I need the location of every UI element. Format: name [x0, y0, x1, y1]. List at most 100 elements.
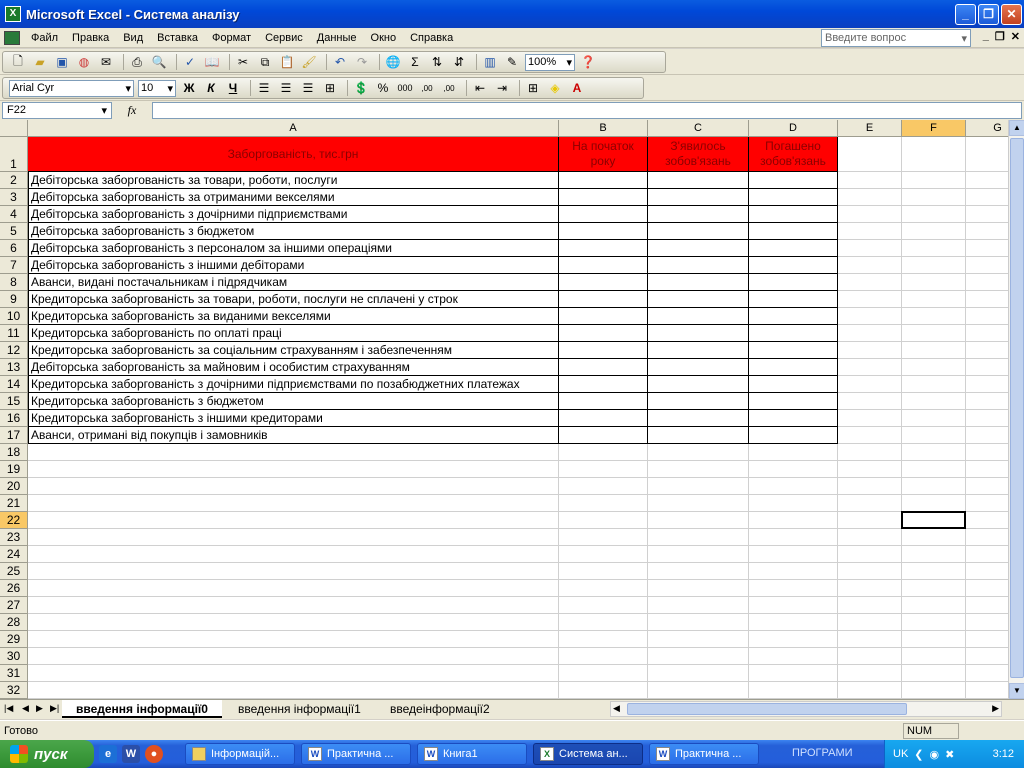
- name-box[interactable]: F22 ▾: [2, 102, 112, 119]
- value-cell[interactable]: [648, 308, 749, 325]
- format-painter-icon[interactable]: 🖌: [300, 53, 318, 71]
- grid-cell[interactable]: [749, 597, 838, 614]
- menu-edit[interactable]: Правка: [65, 28, 116, 48]
- column-header-a[interactable]: A: [28, 120, 559, 137]
- excel-app-icon[interactable]: X: [5, 6, 21, 22]
- sheet-tab-0[interactable]: введення інформації0: [62, 700, 222, 718]
- grid-cell[interactable]: [966, 665, 1008, 682]
- grid-cell[interactable]: [966, 427, 1008, 444]
- grid-cell[interactable]: [902, 478, 966, 495]
- align-center-icon[interactable]: ☰: [277, 79, 295, 97]
- grid-cell[interactable]: [902, 240, 966, 257]
- grid-cell[interactable]: [966, 172, 1008, 189]
- open-icon[interactable]: ▰: [31, 53, 49, 71]
- thousands-button[interactable]: 000: [396, 79, 414, 97]
- formula-input[interactable]: [152, 102, 1022, 119]
- grid-cell[interactable]: [28, 495, 559, 512]
- grid-cell[interactable]: [838, 223, 902, 240]
- row-label-cell[interactable]: Аванси, видані постачальникам і підрядчи…: [28, 274, 559, 291]
- value-cell[interactable]: [559, 359, 648, 376]
- grid-cell[interactable]: [749, 529, 838, 546]
- value-cell[interactable]: [749, 308, 838, 325]
- value-cell[interactable]: [749, 172, 838, 189]
- value-cell[interactable]: [559, 308, 648, 325]
- workbook-icon[interactable]: [4, 30, 20, 45]
- sheet-tab-1[interactable]: введення інформації1: [224, 700, 375, 718]
- media-icon[interactable]: ●: [145, 745, 163, 763]
- row-header-23[interactable]: 23: [0, 529, 28, 546]
- grid-cell[interactable]: [838, 563, 902, 580]
- menu-insert[interactable]: Вставка: [150, 28, 205, 48]
- grid-cell[interactable]: [838, 206, 902, 223]
- value-cell[interactable]: [648, 325, 749, 342]
- grid-cell[interactable]: [966, 206, 1008, 223]
- value-cell[interactable]: [749, 342, 838, 359]
- decrease-decimal-button[interactable]: ,00: [440, 79, 458, 97]
- decrease-indent-icon[interactable]: ⇤: [471, 79, 489, 97]
- header-repaid-obligations[interactable]: Погашено зобов'язань: [749, 137, 838, 172]
- grid-cell[interactable]: [648, 665, 749, 682]
- save-icon[interactable]: ▣: [53, 53, 71, 71]
- column-header-g[interactable]: G: [966, 120, 1008, 137]
- grid-cell[interactable]: [902, 359, 966, 376]
- grid-cell[interactable]: [902, 597, 966, 614]
- value-cell[interactable]: [749, 359, 838, 376]
- grid-cell[interactable]: [648, 478, 749, 495]
- menu-file[interactable]: Файл: [24, 28, 65, 48]
- value-cell[interactable]: [559, 223, 648, 240]
- grid-cell[interactable]: [648, 461, 749, 478]
- value-cell[interactable]: [648, 359, 749, 376]
- row-header-5[interactable]: 5: [0, 223, 28, 240]
- grid-cell[interactable]: [559, 529, 648, 546]
- email-icon[interactable]: ✉: [97, 53, 115, 71]
- scroll-down-icon[interactable]: ▼: [1009, 683, 1024, 699]
- tray-app-icon[interactable]: ◉: [930, 748, 940, 761]
- value-cell[interactable]: [648, 427, 749, 444]
- menu-help[interactable]: Справка: [403, 28, 460, 48]
- grid-cell[interactable]: [902, 614, 966, 631]
- grid-cell[interactable]: [838, 597, 902, 614]
- row-label-cell[interactable]: Дебіторська заборгованість з дочірними п…: [28, 206, 559, 223]
- grid-cell[interactable]: [838, 546, 902, 563]
- grid-cell[interactable]: [838, 308, 902, 325]
- grid-cell[interactable]: [749, 512, 838, 529]
- paste-icon[interactable]: 📋: [278, 53, 296, 71]
- row-header-19[interactable]: 19: [0, 461, 28, 478]
- row-header-16[interactable]: 16: [0, 410, 28, 427]
- percent-button[interactable]: %: [374, 79, 392, 97]
- grid-cell[interactable]: [559, 631, 648, 648]
- grid-cell[interactable]: [28, 631, 559, 648]
- grid-cell[interactable]: [559, 563, 648, 580]
- grid-cell[interactable]: [749, 461, 838, 478]
- value-cell[interactable]: [749, 274, 838, 291]
- grid-cell[interactable]: [966, 682, 1008, 699]
- grid-cell[interactable]: [28, 546, 559, 563]
- close-button[interactable]: ✕: [1001, 3, 1022, 25]
- row-header-8[interactable]: 8: [0, 274, 28, 291]
- grid-cell[interactable]: [966, 291, 1008, 308]
- grid-cell[interactable]: [966, 563, 1008, 580]
- grid-cell[interactable]: [902, 461, 966, 478]
- row-header-6[interactable]: 6: [0, 240, 28, 257]
- hyperlink-icon[interactable]: 🌐: [384, 53, 402, 71]
- value-cell[interactable]: [749, 291, 838, 308]
- grid-cell[interactable]: [648, 495, 749, 512]
- value-cell[interactable]: [749, 427, 838, 444]
- merge-center-icon[interactable]: ⊞: [321, 79, 339, 97]
- grid-cell[interactable]: [648, 648, 749, 665]
- grid-cell[interactable]: [749, 495, 838, 512]
- grid-cell[interactable]: [559, 444, 648, 461]
- value-cell[interactable]: [749, 325, 838, 342]
- grid-cell[interactable]: [28, 478, 559, 495]
- value-cell[interactable]: [749, 206, 838, 223]
- row-header-17[interactable]: 17: [0, 427, 28, 444]
- row-header-30[interactable]: 30: [0, 648, 28, 665]
- programs-label[interactable]: ПРОГРАМИ: [792, 747, 853, 759]
- grid-cell[interactable]: [902, 529, 966, 546]
- row-header-26[interactable]: 26: [0, 580, 28, 597]
- row-header-10[interactable]: 10: [0, 308, 28, 325]
- grid-cell[interactable]: [902, 563, 966, 580]
- research-icon[interactable]: 📖: [203, 53, 221, 71]
- grid-cell[interactable]: [648, 631, 749, 648]
- value-cell[interactable]: [648, 172, 749, 189]
